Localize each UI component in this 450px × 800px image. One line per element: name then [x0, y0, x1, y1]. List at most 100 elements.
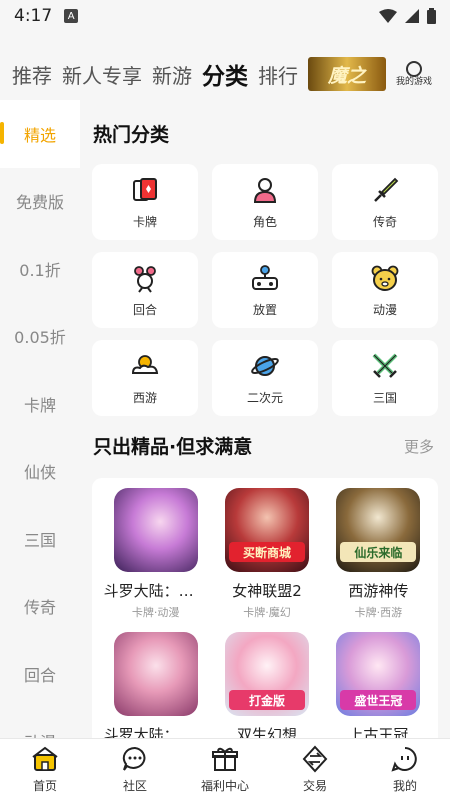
tab-recommend[interactable]: 推荐	[12, 60, 52, 89]
nav-label: 福利中心	[200, 779, 249, 793]
category-label: 西游	[132, 390, 157, 405]
game-badge: 买断商城	[228, 542, 305, 562]
game-tags: 卡牌·动漫	[131, 606, 180, 619]
joystick-icon	[252, 264, 278, 290]
game-badge: 打金版	[228, 690, 305, 710]
more-link[interactable]: 更多	[404, 436, 434, 457]
game-icon: 打金版	[224, 632, 309, 716]
sidebar-item-featured[interactable]: 精选	[0, 100, 80, 168]
wifi-icon	[379, 9, 397, 23]
chat-icon	[122, 746, 146, 771]
sword-icon	[374, 177, 399, 202]
nav-label: 交易	[302, 779, 327, 793]
category-sidebar: 精选 免费版 0.1折 0.05折 卡牌 仙侠 三国 传奇 回合 动漫	[0, 100, 80, 738]
category-2d-anime[interactable]: 二次元	[212, 340, 318, 416]
game-icon	[113, 632, 198, 716]
status-bar: 4:17 A	[0, 0, 450, 32]
featured-title: 只出精品·但求满意	[93, 436, 253, 458]
game-icon: 盛世王冠	[336, 632, 421, 716]
game-item[interactable]: 盛世王冠 上古王冠	[323, 632, 434, 738]
person-icon	[253, 177, 277, 203]
cloud-icon	[131, 354, 159, 374]
nav-trade[interactable]: 交易	[270, 739, 360, 800]
planet-icon	[251, 355, 279, 376]
category-idle[interactable]: 放置	[212, 252, 318, 328]
sidebar-item-cards[interactable]: 卡牌	[0, 370, 80, 438]
sidebar-item-turn-based[interactable]: 回合	[0, 640, 80, 708]
category-label: 回合	[132, 302, 157, 317]
bottom-nav: 首页 社区 福利中心 交易 我的	[0, 738, 450, 800]
category-role[interactable]: 角色	[212, 164, 318, 240]
sidebar-item-anime[interactable]: 动漫	[0, 708, 80, 738]
category-label: 二次元	[246, 390, 283, 405]
game-tags: 卡牌·魔幻	[243, 606, 291, 619]
category-three-kingdoms[interactable]: 三国	[332, 340, 438, 416]
category-anime[interactable]: 动漫	[332, 252, 438, 328]
category-cards[interactable]: 卡牌	[92, 164, 198, 240]
home-icon	[32, 746, 58, 771]
category-label: 动漫	[372, 302, 397, 317]
exchange-icon	[302, 745, 328, 773]
game-badge: 仙乐来临	[340, 542, 417, 562]
game-icon: 仙乐来临	[336, 488, 421, 572]
featured-games-card: 斗罗大陆：武... 卡牌·动漫 买断商城 女神联盟2 卡牌·魔幻 仙乐来临 西游…	[92, 478, 438, 738]
app-notification-icon: A	[64, 9, 79, 23]
game-name: 斗罗大陆：武...	[103, 582, 208, 600]
bear-icon	[371, 265, 399, 291]
game-name: 西游神传	[348, 582, 409, 600]
profile-icon	[391, 747, 417, 772]
hot-categories-title: 热门分类	[93, 124, 170, 146]
game-item[interactable]: 买断商城 女神联盟2 卡牌·魔幻	[211, 488, 322, 620]
game-item[interactable]: 仙乐来临 西游神传 卡牌·西游	[323, 488, 434, 620]
status-time: 4:17	[14, 6, 53, 26]
nav-welfare[interactable]: 福利中心	[180, 739, 270, 800]
nav-community[interactable]: 社区	[90, 739, 180, 800]
promo-banner[interactable]: 魔之	[308, 57, 386, 91]
gift-icon	[212, 747, 238, 771]
category-journey-west[interactable]: 西游	[92, 340, 198, 416]
nav-label: 社区	[122, 779, 147, 793]
sidebar-item-0-1-discount[interactable]: 0.1折	[0, 235, 80, 303]
nav-label: 首页	[32, 779, 57, 793]
game-name: 上古王冠	[348, 726, 409, 738]
gamepad-icon	[406, 61, 422, 77]
sidebar-item-three-kingdoms[interactable]: 三国	[0, 505, 80, 573]
category-label: 角色	[252, 214, 277, 229]
category-label: 三国	[372, 390, 397, 405]
nav-label: 我的	[392, 779, 417, 793]
game-icon	[113, 488, 198, 572]
my-games-button[interactable]: 我的游戏	[396, 61, 432, 87]
tab-category[interactable]: 分类	[202, 57, 248, 91]
crossed-swords-icon	[372, 353, 398, 378]
category-legend[interactable]: 传奇	[332, 164, 438, 240]
game-item[interactable]: 斗罗大陆：武... 卡牌·动漫	[100, 488, 211, 620]
tab-newcomer[interactable]: 新人专享	[62, 60, 142, 89]
game-name: 女神联盟2	[232, 582, 302, 600]
nav-profile[interactable]: 我的	[360, 739, 450, 800]
game-name: 斗罗大陆：逆...	[103, 726, 208, 738]
cards-icon	[133, 177, 157, 201]
featured-games-grid: 斗罗大陆：武... 卡牌·动漫 买断商城 女神联盟2 卡牌·魔幻 仙乐来临 西游…	[100, 488, 434, 738]
category-label: 卡牌	[132, 214, 157, 229]
battery-icon	[427, 8, 436, 24]
game-badge: 盛世王冠	[340, 690, 417, 710]
game-item[interactable]: 斗罗大陆：逆...	[100, 632, 211, 738]
hot-categories-grid: 卡牌 角色 传奇 回合 放置 动漫 西游 二次元 三国	[92, 164, 438, 416]
game-name: 双生幻想	[236, 726, 297, 738]
sidebar-item-free[interactable]: 免费版	[0, 168, 80, 236]
category-label: 传奇	[372, 214, 397, 229]
signal-icon	[405, 9, 419, 23]
category-label: 放置	[252, 302, 277, 317]
game-tags: 卡牌·西游	[354, 606, 403, 619]
category-turn-based[interactable]: 回合	[92, 252, 198, 328]
top-tabs: 推荐 新人专享 新游 分类 排行 魔之 我的游戏	[0, 52, 450, 96]
tab-new-games[interactable]: 新游	[152, 60, 192, 89]
my-games-label: 我的游戏	[396, 77, 433, 87]
nav-home[interactable]: 首页	[0, 739, 90, 800]
sidebar-item-0-05-discount[interactable]: 0.05折	[0, 303, 80, 371]
sidebar-item-xianxia[interactable]: 仙侠	[0, 438, 80, 506]
game-item[interactable]: 打金版 双生幻想	[211, 632, 322, 738]
tab-ranking[interactable]: 排行	[258, 60, 298, 89]
sidebar-item-legend[interactable]: 传奇	[0, 573, 80, 641]
turn-icon	[134, 265, 156, 293]
